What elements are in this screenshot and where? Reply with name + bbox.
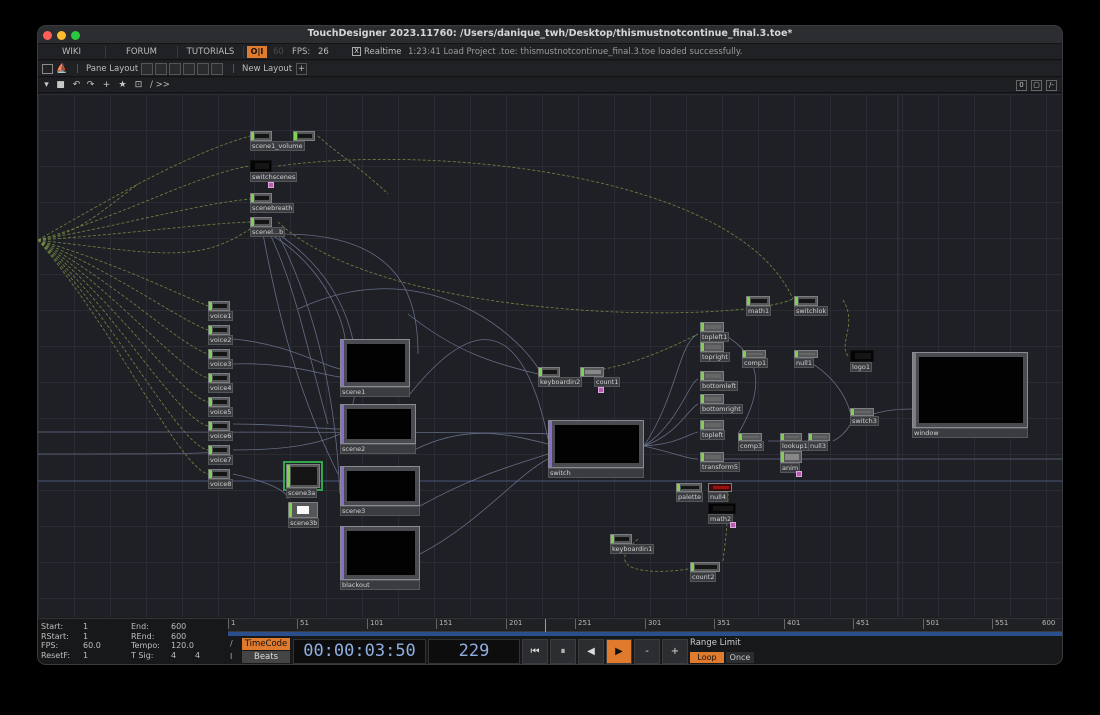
timeline-ruler[interactable]: 1 51 101 151 201 251 301 351 401 451 501…: [228, 619, 1062, 636]
layout-triple-button[interactable]: [183, 63, 195, 75]
step-back-button[interactable]: ◀: [578, 639, 604, 664]
fps-setting[interactable]: 60.0: [83, 641, 101, 651]
fps-value: 26: [318, 47, 329, 57]
forward-icon[interactable]: ↷: [85, 80, 96, 91]
title-bar: TouchDesigner 2023.11760: /Users/danique…: [38, 26, 1062, 44]
tempo-value[interactable]: 120.0: [171, 641, 194, 651]
frame-display[interactable]: 229: [428, 639, 520, 664]
window-title: TouchDesigner 2023.11760: /Users/danique…: [307, 28, 793, 39]
new-layout-button[interactable]: +: [296, 63, 307, 75]
timeline-settings: Start: 1 End: 600 RStart: 1 REnd: 600 FPS: 60.0…: [41, 622, 201, 661]
forum-tab[interactable]: FORUM: [106, 46, 178, 58]
network-editor[interactable]: scene1_volume switchscenes scenebreath s…: [38, 94, 1062, 617]
back-icon[interactable]: ↶: [71, 80, 82, 91]
timeline-panel: Start: 1 End: 600 RStart: 1 REnd: 600 FPS: 60.0…: [38, 618, 1062, 664]
once-button[interactable]: Once: [726, 652, 754, 663]
fps-target: 60: [273, 47, 284, 57]
pin-icon: [598, 387, 604, 393]
rstart-value[interactable]: 1: [83, 632, 88, 642]
pin-icon: [268, 182, 274, 188]
pane-split-icon[interactable]: [42, 64, 53, 74]
network-path[interactable]: / >>: [150, 79, 170, 92]
rend-value[interactable]: 600: [171, 632, 186, 642]
pane-settings-icon[interactable]: /-: [1046, 80, 1057, 91]
fps-label: FPS:: [292, 47, 311, 57]
layout-split-v-button[interactable]: [169, 63, 181, 75]
pin-icon: [796, 471, 802, 477]
maximize-pane-icon[interactable]: ▢: [1031, 80, 1042, 91]
realtime-label: Realtime: [364, 47, 402, 57]
timecode-mode-button[interactable]: TimeCode: [242, 638, 290, 650]
range-limit-label: Range Limit: [690, 638, 741, 648]
menu-bar: WIKI FORUM TUTORIALS O|I 60 FPS: 26 X Re…: [38, 44, 1062, 60]
end-value[interactable]: 600: [171, 622, 186, 632]
beats-mode-button[interactable]: Beats: [242, 651, 290, 663]
tsig-value-a[interactable]: 4: [171, 651, 176, 661]
path-bar: ▾ ■ ↶ ↷ + ★ ⊡ / >> 0 ▢ /-: [38, 78, 1062, 93]
layout-split-h-button[interactable]: [155, 63, 167, 75]
touchdesigner-window: TouchDesigner 2023.11760: /Users/danique…: [38, 26, 1062, 664]
lock-icon[interactable]: ⊡: [133, 80, 144, 91]
pane-bar: ⛵ | Pane Layout | New Layout +: [38, 61, 1062, 77]
range-track: [228, 632, 1062, 636]
loop-button[interactable]: Loop: [690, 652, 724, 663]
rewind-button[interactable]: ⏮: [522, 639, 548, 664]
timecode-display[interactable]: 00:00:03:50: [293, 639, 426, 664]
stop-icon[interactable]: ■: [55, 80, 66, 91]
wiki-tab[interactable]: WIKI: [38, 46, 106, 58]
tutorials-tab[interactable]: TUTORIALS: [178, 46, 244, 58]
pause-button[interactable]: ⏸: [550, 639, 576, 664]
layout-quad-button[interactable]: [197, 63, 209, 75]
pane-layout-label: Pane Layout: [86, 64, 139, 74]
layout-quint-button[interactable]: [211, 63, 223, 75]
layout-single-button[interactable]: [141, 63, 153, 75]
step-minus-button[interactable]: -: [634, 639, 660, 664]
resetf-value[interactable]: 1: [83, 651, 88, 661]
realtime-checkbox[interactable]: X: [352, 47, 361, 56]
dropdown-icon[interactable]: ▾: [41, 80, 52, 91]
wire-layer: [38, 94, 1062, 617]
step-plus-button[interactable]: +: [662, 639, 688, 664]
start-value[interactable]: 1: [83, 622, 88, 632]
star-icon[interactable]: ★: [117, 80, 128, 91]
status-message: 1:23:41 Load Project .toe: thismustnotco…: [408, 47, 743, 57]
add-icon[interactable]: +: [101, 80, 112, 91]
tsig-value-b[interactable]: 4: [195, 651, 200, 661]
new-layout-label[interactable]: New Layout: [242, 63, 292, 75]
pane-id-icon[interactable]: 0: [1016, 80, 1027, 91]
play-button[interactable]: ▶: [606, 639, 632, 664]
pin-icon: [730, 522, 736, 528]
boat-icon[interactable]: ⛵: [56, 64, 67, 74]
perform-mode-button[interactable]: O|I: [247, 46, 267, 58]
